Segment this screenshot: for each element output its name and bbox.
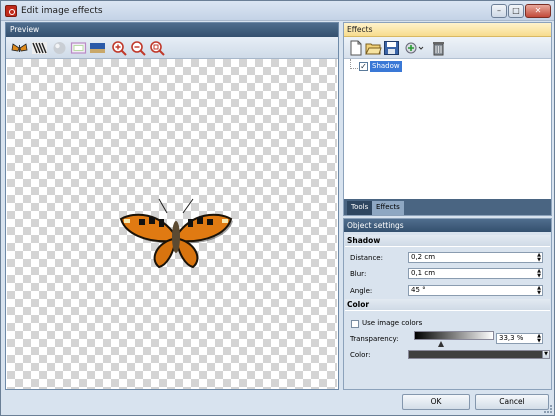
window-title: Edit image effects xyxy=(21,6,103,16)
dialog-window: Edit image effects – □ ✕ Preview Effects… xyxy=(0,0,555,416)
color-section-header: Color xyxy=(345,299,550,311)
save-icon[interactable] xyxy=(383,40,400,56)
tab-effects[interactable]: Effects xyxy=(372,201,404,215)
use-image-colors-label: Use image colors xyxy=(362,319,423,327)
preview-header: Preview xyxy=(6,23,338,37)
angle-input[interactable]: 45 ° ▲ ▼ xyxy=(408,285,543,296)
tab-strip: Tools Effects xyxy=(344,199,551,215)
color-label: Color: xyxy=(350,351,371,359)
blur-label: Blur: xyxy=(350,270,367,278)
angle-value: 45 ° xyxy=(411,286,426,294)
blur-input[interactable]: 0,1 cm ▲ ▼ xyxy=(408,268,543,279)
object-settings-panel: Object settings Shadow Distance: 0,2 cm ▲… xyxy=(343,218,552,390)
zoom-in-icon[interactable] xyxy=(111,40,128,56)
minimize-button[interactable]: – xyxy=(491,4,507,18)
transparency-input[interactable]: 33,3 % ▲ ▼ xyxy=(496,333,543,344)
spin-arrows-icon[interactable]: ▲ ▼ xyxy=(537,286,541,296)
spin-arrows-icon[interactable]: ▲ ▼ xyxy=(537,253,541,263)
effects-panel: Effects ✓ Shadow Tools Effects xyxy=(343,22,552,216)
spin-arrows-icon[interactable]: ▲ ▼ xyxy=(537,334,541,344)
resize-grip[interactable] xyxy=(544,405,552,413)
preview-canvas[interactable] xyxy=(7,59,337,389)
close-button[interactable]: ✕ xyxy=(525,4,551,18)
zoom-out-icon[interactable] xyxy=(130,40,147,56)
tree-item-shadow[interactable]: Shadow xyxy=(370,61,402,72)
effects-toolbar xyxy=(344,37,551,59)
landscape-icon[interactable] xyxy=(89,40,106,56)
angle-label: Angle: xyxy=(350,287,373,295)
settings-header: Object settings xyxy=(344,219,551,232)
app-icon xyxy=(5,5,17,17)
delete-icon[interactable] xyxy=(430,40,447,56)
effects-tree: ✓ Shadow xyxy=(344,59,551,199)
shadow-section-header: Shadow xyxy=(345,235,550,247)
sphere-icon[interactable] xyxy=(51,40,68,56)
transparency-value: 33,3 % xyxy=(499,334,524,342)
tab-tools[interactable]: Tools xyxy=(347,201,373,215)
cancel-button[interactable]: Cancel xyxy=(475,394,549,410)
new-file-icon[interactable] xyxy=(347,40,364,56)
shadow-checkbox[interactable]: ✓ xyxy=(359,62,368,71)
maximize-button[interactable]: □ xyxy=(508,4,524,18)
use-image-colors-checkbox[interactable] xyxy=(351,320,359,328)
butterfly-thumb-icon[interactable] xyxy=(11,40,28,56)
preview-panel: Preview xyxy=(5,22,339,390)
open-folder-icon[interactable] xyxy=(365,40,382,56)
transparency-slider[interactable] xyxy=(414,331,494,340)
distance-value: 0,2 cm xyxy=(411,253,436,261)
preview-toolbar xyxy=(6,37,338,59)
distance-label: Distance: xyxy=(350,254,383,262)
blur-value: 0,1 cm xyxy=(411,269,436,277)
chevron-down-icon[interactable]: ▼ xyxy=(542,350,550,359)
transparency-slider-thumb[interactable] xyxy=(437,341,444,347)
zoom-fit-icon[interactable] xyxy=(149,40,166,56)
zebra-pattern-icon[interactable] xyxy=(31,40,48,56)
ok-button[interactable]: OK xyxy=(402,394,470,410)
butterfly-image xyxy=(119,198,233,269)
distance-input[interactable]: 0,2 cm ▲ ▼ xyxy=(408,252,543,263)
color-picker[interactable] xyxy=(408,350,543,359)
frame-icon[interactable] xyxy=(70,40,87,56)
transparency-label: Transparency: xyxy=(350,335,399,343)
spin-arrows-icon[interactable]: ▲ ▼ xyxy=(537,269,541,279)
add-effect-icon[interactable] xyxy=(404,40,426,56)
title-bar[interactable]: Edit image effects – □ ✕ xyxy=(1,1,554,21)
effects-header: Effects xyxy=(344,23,551,37)
